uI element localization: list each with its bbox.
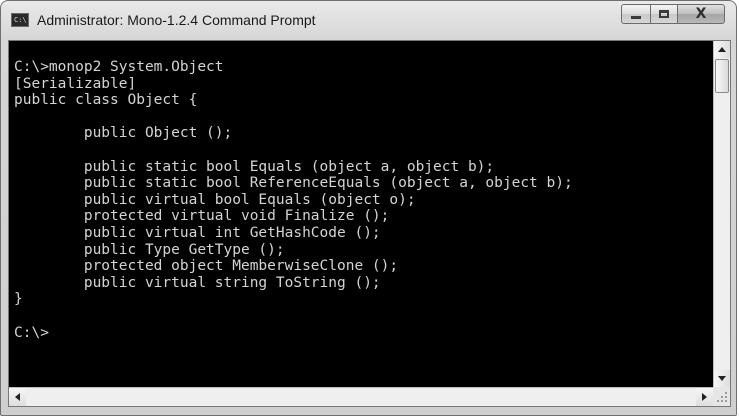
console-area: C:\>monop2 System.Object [Serializable] pu… [8,40,731,407]
grip-dot [725,396,727,398]
grip-dot [717,400,719,402]
console-line: } [14,291,23,308]
minimize-button[interactable] [621,4,651,24]
grip-dot [721,400,723,402]
close-button[interactable]: X [677,4,725,24]
title-bar[interactable]: C:\ Administrator: Mono-1.2.4 Command Pr… [1,1,736,41]
grip-dot [725,400,727,402]
minimize-icon [631,16,641,19]
scroll-left-button[interactable] [9,388,26,406]
console-line: public virtual bool Equals (object o); [14,191,416,208]
console-window-icon[interactable]: C:\ [11,13,29,27]
arrow-right-icon [702,393,707,401]
close-icon: X [695,6,707,22]
maximize-button[interactable] [650,4,678,24]
console-line: public virtual int GetHashCode (); [14,224,381,241]
console-line: protected object MemberwiseClone (); [14,258,399,275]
resize-grip[interactable] [713,387,730,406]
console-text: C:\>monop2 System.Object [Serializable] pu… [14,59,573,341]
console-line: protected virtual void Finalize (); [14,208,390,225]
console-line: public static bool ReferenceEquals (obje… [14,175,573,192]
horizontal-scrollbar[interactable] [9,387,713,406]
scroll-right-button[interactable] [696,388,713,406]
console-line: public static bool Equals (object a, obj… [14,158,495,175]
maximize-icon [659,10,669,18]
console-line: C:\> [14,324,49,341]
arrow-left-icon [15,393,20,401]
grip-dot [725,392,727,394]
console-line: public virtual string ToString (); [14,274,381,291]
arrow-up-icon [718,47,726,52]
scroll-down-button[interactable] [714,370,730,387]
grip-dot [721,396,723,398]
console-line: public Object (); [14,125,233,142]
console-output[interactable]: C:\>monop2 System.Object [Serializable] pu… [9,41,713,387]
vertical-scroll-thumb[interactable] [715,59,729,93]
scroll-up-button[interactable] [714,41,730,58]
arrow-down-icon [718,376,726,381]
vertical-scrollbar[interactable] [713,41,730,387]
console-line: C:\>monop2 System.Object [14,59,224,75]
window-title: Administrator: Mono-1.2.4 Command Prompt [37,12,316,28]
console-line: public class Object { [14,92,198,109]
console-line: public Type GetType (); [14,241,285,258]
console-line: [Serializable] [14,75,137,92]
console-window: C:\ Administrator: Mono-1.2.4 Command Pr… [0,0,737,416]
